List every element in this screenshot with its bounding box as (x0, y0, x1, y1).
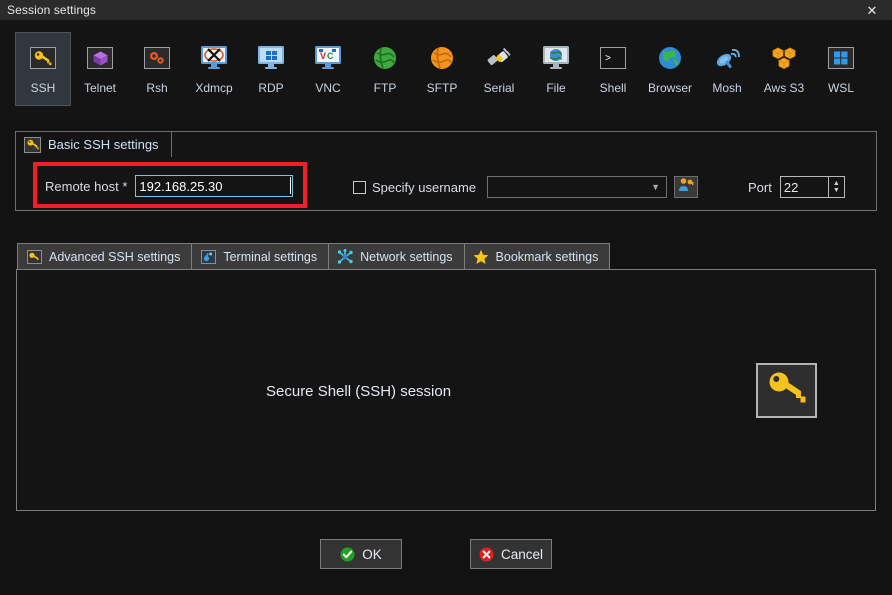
session-type-label: Shell (599, 81, 627, 95)
ok-button-label: OK (362, 546, 382, 562)
aws-cubes-icon (768, 42, 800, 74)
session-type-label: VNC (315, 81, 341, 95)
session-type-label: SFTP (426, 81, 458, 95)
satellite-icon (711, 42, 743, 74)
session-type-browser[interactable]: Browser (642, 32, 698, 106)
session-type-label: FTP (373, 81, 397, 95)
session-type-label: RDP (258, 81, 284, 95)
settings-tabstrip: Advanced SSH settings Terminal settings (17, 243, 611, 270)
key-icon (24, 136, 41, 153)
close-icon[interactable]: ✕ (852, 0, 892, 20)
tab-label: Bookmark settings (495, 249, 599, 264)
session-type-toolbar: SSH Telnet Rsh Xdmcp RDP V C VNC FTP SFT… (0, 20, 892, 120)
svg-text:C: C (327, 51, 334, 61)
session-type-label: File (546, 81, 566, 95)
xserver-icon (198, 42, 230, 74)
serial-plug-icon (483, 42, 515, 74)
tab-bookmark-settings[interactable]: Bookmark settings (463, 243, 611, 270)
window-titlebar: Session settings ✕ (0, 0, 892, 20)
gears-icon (141, 42, 173, 74)
session-type-wsl[interactable]: WSL (813, 32, 869, 106)
svg-text:>: > (605, 54, 611, 65)
dialog-footer (0, 535, 892, 577)
session-type-label: Rsh (146, 81, 168, 95)
cube-icon (84, 42, 116, 74)
vnc-monitor-icon: V C (312, 42, 344, 74)
tab-terminal-settings[interactable]: Terminal settings (191, 243, 329, 270)
session-type-aws-s3[interactable]: Aws S3 (756, 32, 812, 106)
windows-logo-icon (825, 42, 857, 74)
svg-text:V: V (320, 51, 326, 61)
shell-prompt-icon: > (597, 42, 629, 74)
tab-network-settings[interactable]: Network settings (328, 243, 464, 270)
session-type-label: SSH (30, 81, 56, 95)
session-type-shell[interactable]: > Shell (585, 32, 641, 106)
session-type-mosh[interactable]: Mosh (699, 32, 755, 106)
file-monitor-icon (540, 42, 572, 74)
green-check-icon (340, 547, 355, 562)
tab-label: Terminal settings (223, 249, 318, 264)
key-icon (27, 42, 59, 74)
session-type-badge (756, 363, 817, 418)
session-type-ftp[interactable]: FTP (357, 32, 413, 106)
session-type-vnc[interactable]: V C VNC (300, 32, 356, 106)
session-type-label: WSL (827, 81, 854, 95)
blue-globe-icon (654, 42, 686, 74)
tab-advanced-ssh-settings[interactable]: Advanced SSH settings (17, 243, 192, 270)
remote-host-input[interactable] (135, 175, 294, 197)
red-x-icon (479, 547, 494, 562)
session-type-rsh[interactable]: Rsh (129, 32, 185, 106)
windows-monitor-icon (255, 42, 287, 74)
key-icon (26, 249, 42, 265)
session-type-serial[interactable]: Serial (471, 32, 527, 106)
orange-globe-icon (426, 42, 458, 74)
basic-ssh-settings-tab[interactable]: Basic SSH settings (15, 131, 172, 157)
remote-host-label: Remote host * (45, 178, 128, 194)
tab-label: Network settings (360, 249, 453, 264)
session-type-label: Mosh (712, 81, 742, 95)
session-type-label: Aws S3 (763, 81, 805, 95)
session-type-label: Telnet (83, 81, 117, 95)
text-caret (290, 177, 291, 194)
session-description-label: Secure Shell (SSH) session (266, 383, 452, 400)
remote-host-row: Remote host * (45, 175, 294, 197)
window-title: Session settings (7, 3, 96, 17)
session-type-xdmcp[interactable]: Xdmcp (186, 32, 242, 106)
green-globe-icon (369, 42, 401, 74)
session-type-label: Browser (647, 81, 692, 95)
session-type-label: Serial (483, 81, 515, 95)
terminal-icon (200, 249, 216, 265)
cancel-button-label: Cancel (500, 546, 544, 562)
key-icon (767, 370, 807, 411)
session-type-telnet[interactable]: Telnet (72, 32, 128, 106)
network-nodes-icon (337, 248, 353, 265)
session-type-ssh[interactable]: SSH (15, 32, 71, 106)
basic-ssh-settings-tab-label: Basic SSH settings (48, 137, 159, 152)
session-type-rdp[interactable]: RDP (243, 32, 299, 106)
session-type-file[interactable]: File (528, 32, 584, 106)
session-type-label: Xdmcp (195, 81, 233, 95)
session-type-sftp[interactable]: SFTP (414, 32, 470, 106)
cancel-button[interactable]: Cancel (470, 539, 552, 569)
star-icon (473, 249, 489, 265)
tab-label: Advanced SSH settings (49, 249, 181, 264)
ok-button[interactable]: OK (320, 539, 402, 569)
